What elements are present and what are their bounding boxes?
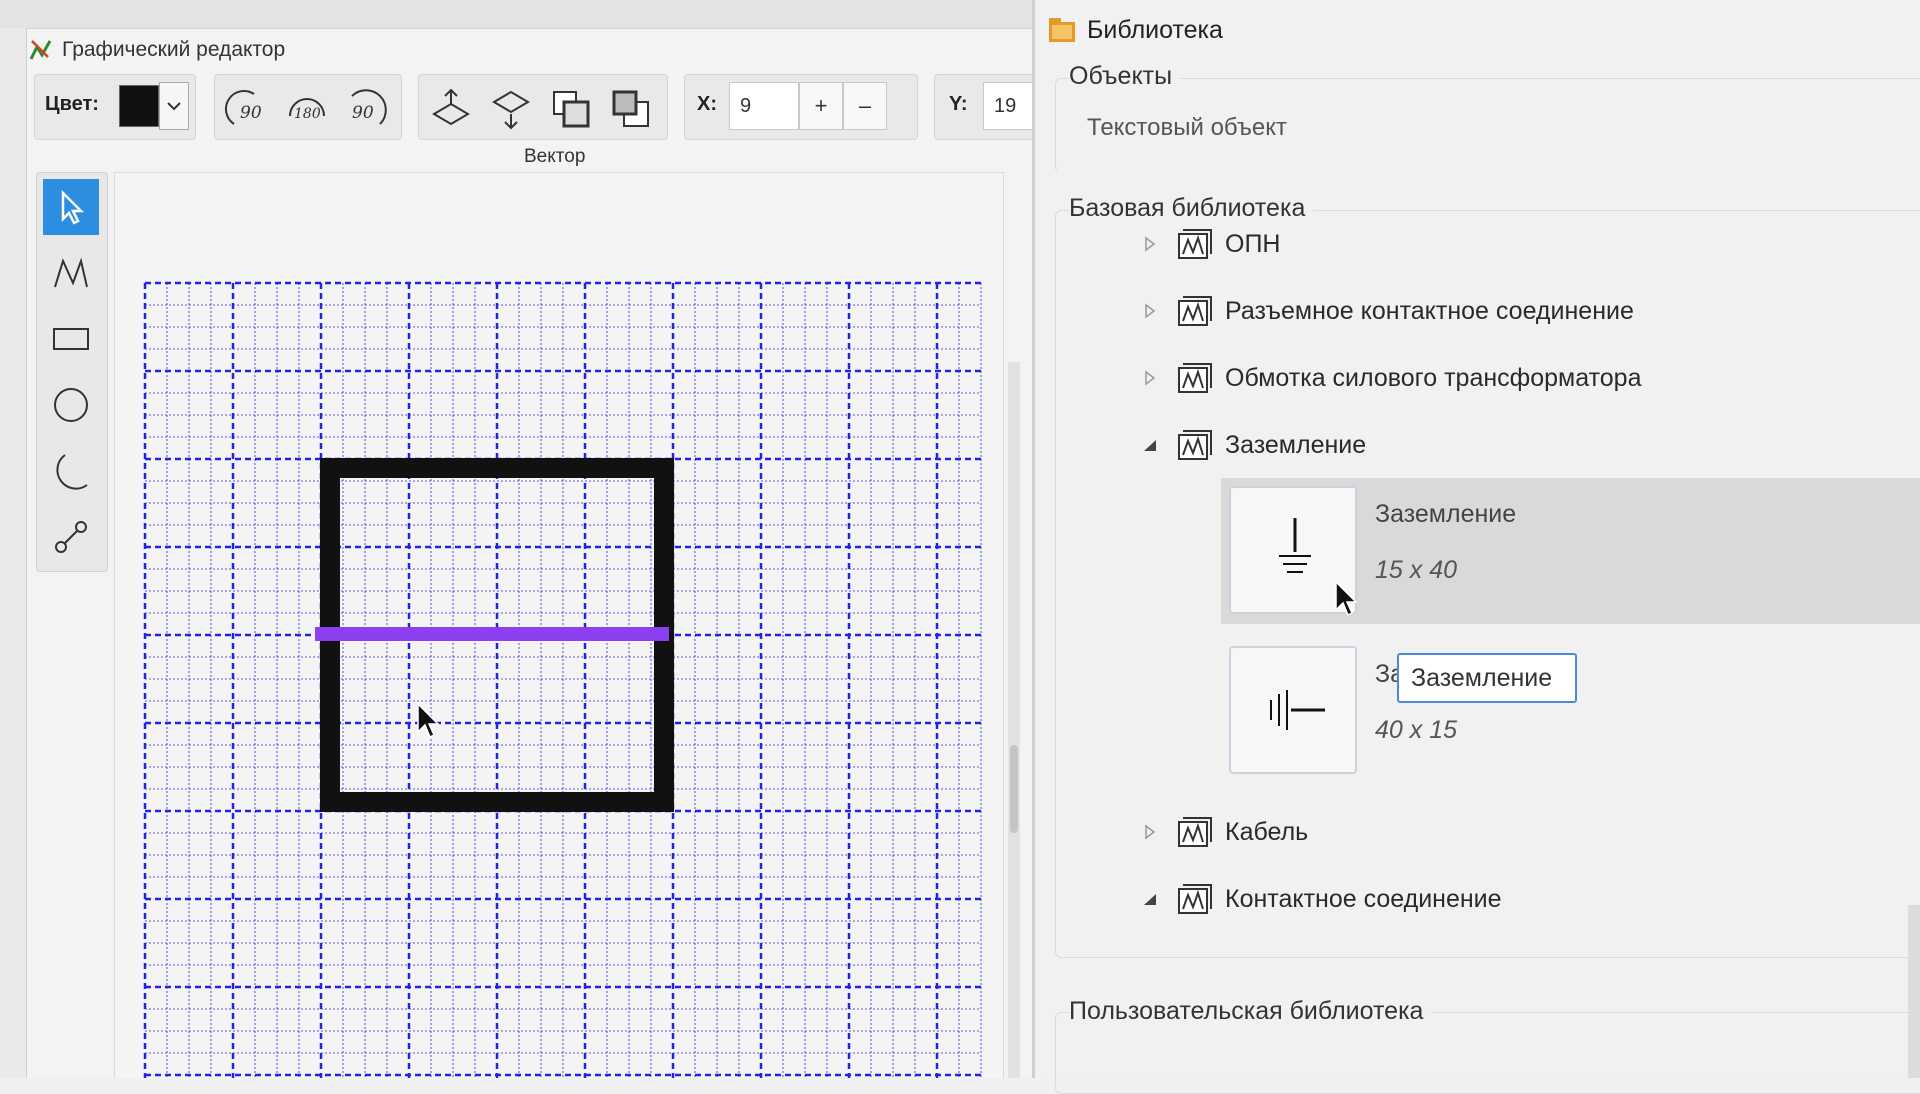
rectangle-icon xyxy=(53,328,89,350)
y-input[interactable]: 19 xyxy=(983,82,1032,130)
rectangle-tool[interactable] xyxy=(43,311,99,367)
color-group: Цвет: xyxy=(34,74,196,140)
library-panel: Библиотека Объекты Текстовый объект Базо… xyxy=(1032,0,1920,1094)
rotate-90-cw-icon: 90 xyxy=(351,89,387,125)
rotate-90-cw-button[interactable]: 90 xyxy=(341,83,393,135)
symbol-group-icon xyxy=(1178,884,1212,914)
arrange-group xyxy=(418,74,668,140)
expand-arrow-closed-icon[interactable] xyxy=(1137,298,1163,324)
symbol-group-icon xyxy=(1178,363,1212,393)
color-swatch[interactable] xyxy=(119,85,159,127)
symbol-group-icon xyxy=(1178,817,1212,847)
canvas-scroll-thumb[interactable] xyxy=(1010,745,1018,833)
tree-node[interactable]: Разъемное контактное соединение xyxy=(1137,291,1634,331)
circle-icon xyxy=(54,388,88,422)
rotate-90-ccw-button[interactable]: 90 xyxy=(221,83,273,135)
x-decrement-button[interactable]: – xyxy=(843,82,887,130)
x-increment-button[interactable]: + xyxy=(799,82,843,130)
svg-text:90: 90 xyxy=(352,103,374,123)
editor-title: Графический редактор xyxy=(62,38,286,61)
y-label: Y: xyxy=(949,93,968,115)
polyline-tool[interactable] xyxy=(43,245,99,301)
graphic-editor-icon xyxy=(28,37,54,63)
library-item-size: 40 x 15 xyxy=(1375,716,1458,744)
expand-arrow-open-icon[interactable] xyxy=(1137,886,1163,912)
y-coordinate-group: Y: 19 xyxy=(934,74,1032,140)
chevron-down-icon xyxy=(167,102,181,111)
arc-tool[interactable] xyxy=(43,443,99,499)
tree-node-label: ОПН xyxy=(1225,229,1281,258)
flip-horizontal-icon xyxy=(492,90,530,130)
x-coordinate-group: X: 9 + – xyxy=(684,74,918,140)
tree-node-label: Заземление xyxy=(1225,430,1367,459)
flip-horizontal-button[interactable] xyxy=(485,83,537,135)
tree-node[interactable]: Заземление xyxy=(1137,425,1366,465)
canvas-grid[interactable] xyxy=(115,173,1003,1078)
tree-node[interactable]: Обмотка силового трансформатора xyxy=(1137,358,1641,398)
circle-tool[interactable] xyxy=(43,377,99,433)
rotate-group: 90 180 90 xyxy=(214,74,402,140)
library-header: Библиотека xyxy=(1047,10,1223,50)
bring-to-front-button[interactable] xyxy=(545,83,597,135)
expand-arrow-closed-icon[interactable] xyxy=(1137,819,1163,845)
tree-node-label: Кабель xyxy=(1225,817,1309,846)
rotate-90-ccw-icon: 90 xyxy=(225,89,262,125)
symbol-group-icon xyxy=(1178,296,1212,326)
polyline-icon xyxy=(54,257,88,288)
mouse-cursor-icon xyxy=(1335,580,1358,617)
color-label: Цвет: xyxy=(45,93,99,115)
expand-arrow-open-icon[interactable] xyxy=(1137,432,1163,458)
bring-to-front-icon xyxy=(553,91,590,128)
tree-node-label: Контактное соединение xyxy=(1225,884,1502,913)
library-scrollbar[interactable] xyxy=(1908,905,1920,1078)
library-title: Библиотека xyxy=(1087,15,1223,44)
base-library-section-title: Базовая библиотека xyxy=(1069,194,1314,223)
drawing-canvas[interactable] xyxy=(114,172,1004,1078)
text-object-item[interactable]: Текстовый объект xyxy=(1087,114,1287,142)
library-item-name: Заземление xyxy=(1375,500,1517,528)
tree-node[interactable]: Контактное соединение xyxy=(1137,879,1502,919)
library-folder-icon xyxy=(1049,18,1075,42)
editor-title-bar: Графический редактор xyxy=(28,34,285,66)
tree-node-label: Разъемное контактное соединение xyxy=(1225,296,1634,325)
arc-icon xyxy=(56,454,88,490)
connector-icon xyxy=(55,521,87,553)
user-library-section-title: Пользовательская библиотека xyxy=(1069,997,1432,1026)
selected-line-shape[interactable] xyxy=(315,627,669,641)
expand-arrow-closed-icon[interactable] xyxy=(1137,231,1163,257)
drawing-tools-panel xyxy=(36,172,108,572)
x-label: X: xyxy=(697,93,717,115)
svg-text:180: 180 xyxy=(294,106,321,122)
grounding-horizontal-thumbnail[interactable] xyxy=(1229,646,1357,774)
tree-node[interactable]: Кабель xyxy=(1137,812,1308,852)
tooltip: Заземление xyxy=(1397,653,1577,703)
rotate-180-button[interactable]: 180 xyxy=(281,83,333,135)
send-to-back-button[interactable] xyxy=(605,83,657,135)
tree-node-label: Обмотка силового трансформатора xyxy=(1225,363,1642,392)
pointer-icon xyxy=(61,189,85,225)
objects-section-title: Объекты xyxy=(1069,62,1181,91)
mouse-cursor-icon xyxy=(417,702,440,739)
left-edge-panel xyxy=(0,28,27,1078)
expand-arrow-closed-icon[interactable] xyxy=(1137,365,1163,391)
graphic-editor-window: Графический редактор Цвет: 90 180 90 X: … xyxy=(0,0,1032,1078)
flip-vertical-icon xyxy=(432,88,470,126)
tree-node[interactable]: ОПН xyxy=(1137,224,1280,264)
canvas-vertical-scrollbar[interactable] xyxy=(1008,362,1020,1078)
connector-tool[interactable] xyxy=(43,509,99,565)
send-to-back-icon xyxy=(612,90,649,127)
svg-text:90: 90 xyxy=(240,103,262,123)
symbol-group-icon xyxy=(1178,430,1212,460)
toolbar-group-caption: Вектор xyxy=(524,146,586,167)
library-item-size: 15 x 40 xyxy=(1375,556,1458,584)
color-dropdown-button[interactable] xyxy=(159,82,189,130)
symbol-group-icon xyxy=(1178,229,1212,259)
flip-vertical-button[interactable] xyxy=(425,83,477,135)
x-input[interactable]: 9 xyxy=(729,82,799,130)
pointer-tool[interactable] xyxy=(43,179,99,235)
top-strip xyxy=(0,0,1032,29)
ground-horizontal-symbol-icon xyxy=(1270,690,1325,730)
rotate-180-icon: 180 xyxy=(289,98,325,122)
